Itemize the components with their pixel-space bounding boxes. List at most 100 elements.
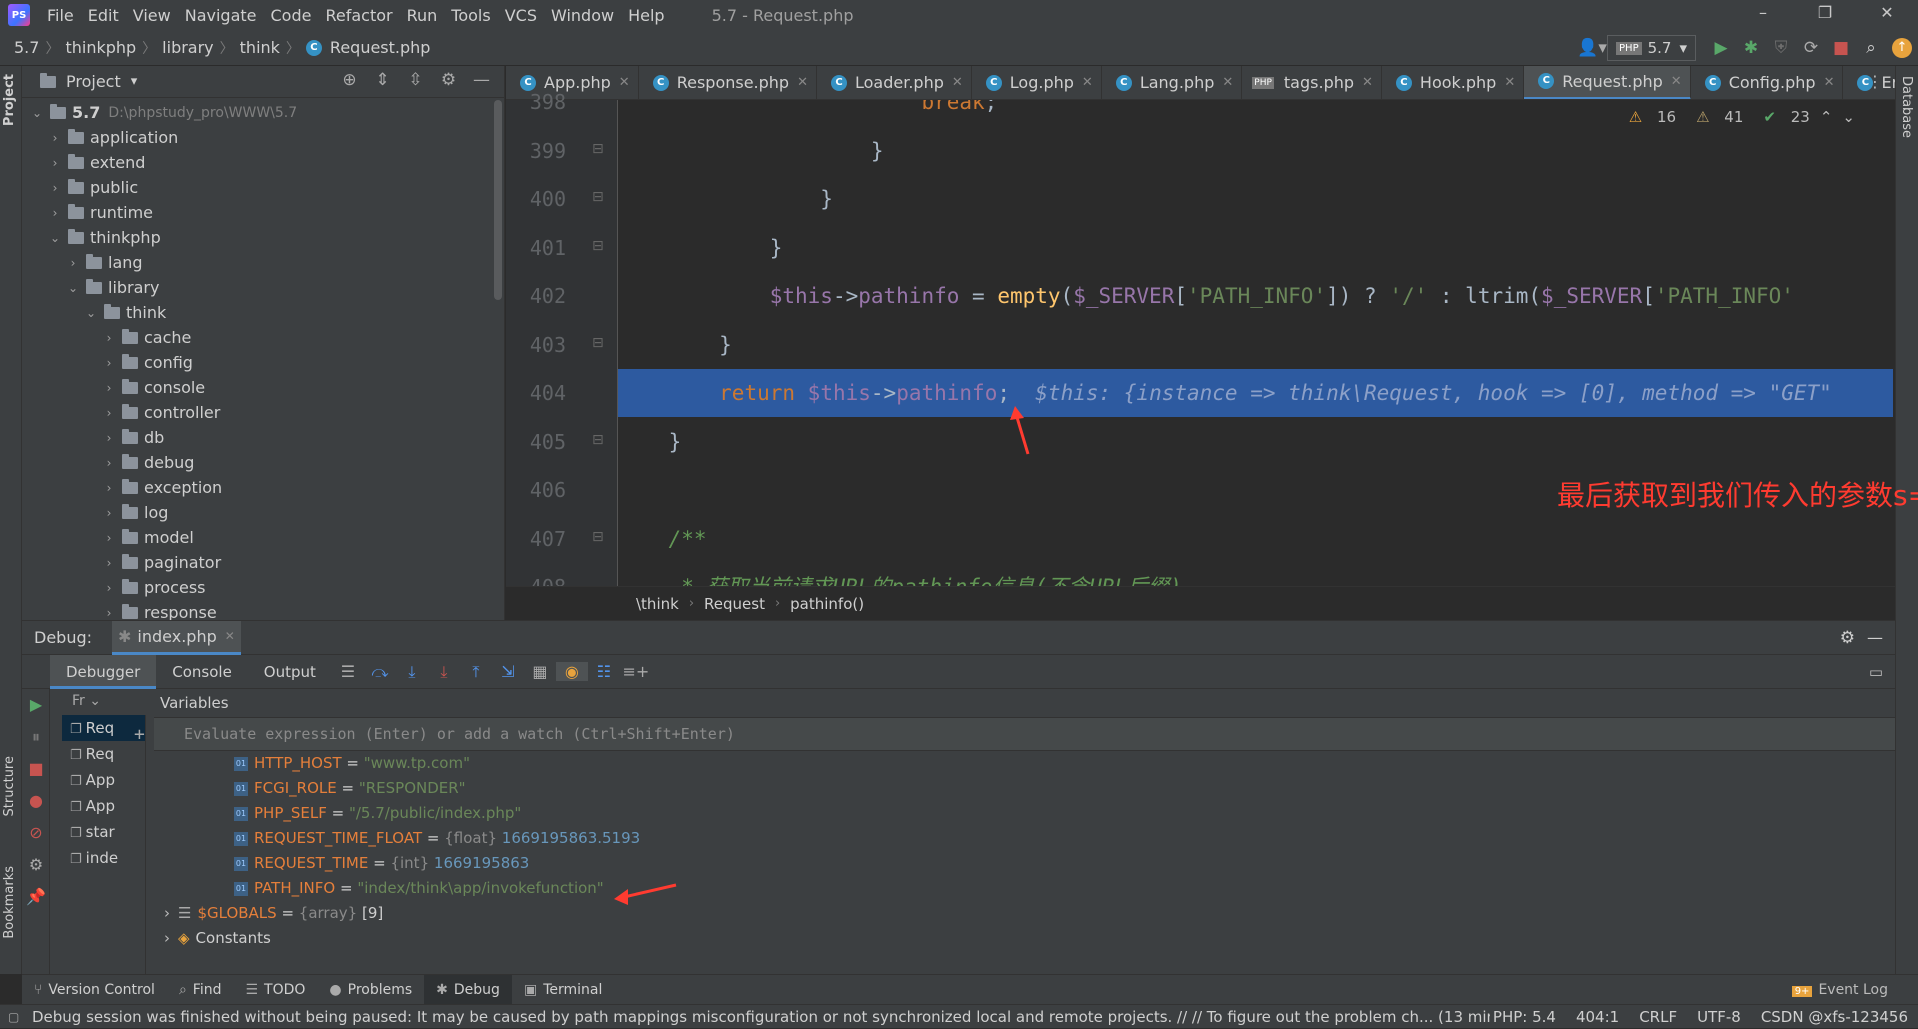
chevron-down-icon[interactable]: ▾ xyxy=(131,74,138,89)
chevron-right-icon[interactable]: › xyxy=(48,131,62,145)
variable-row[interactable]: 01 HTTP_HOST = "www.tp.com" xyxy=(154,751,1895,776)
locate-icon[interactable]: ⊕ xyxy=(333,70,366,90)
stop-icon[interactable]: ■ xyxy=(22,753,50,785)
tab-tags-php[interactable]: PHP tags.php ✕ xyxy=(1242,66,1382,99)
menu-lines-icon[interactable]: ☰ xyxy=(332,662,364,681)
variable-row[interactable]: 01 PATH_INFO = "index/think\app/invokefun… xyxy=(154,876,1895,901)
variable-row[interactable]: 01 PHP_SELF = "/5.7/public/index.php" xyxy=(154,801,1895,826)
chevron-down-icon[interactable]: ⌄ xyxy=(66,281,80,295)
tree-item-application[interactable]: › application xyxy=(22,125,492,150)
line-separator[interactable]: CRLF xyxy=(1629,1008,1687,1026)
chevron-right-icon[interactable]: › xyxy=(102,331,116,345)
menu-code[interactable]: Code xyxy=(264,6,319,25)
tab-log-php[interactable]: C Log.php ✕ xyxy=(972,66,1102,99)
tool-problems[interactable]: ● Problems xyxy=(317,975,424,1005)
tool-find[interactable]: ⌕ Find xyxy=(167,975,234,1005)
chevron-right-icon[interactable]: › xyxy=(48,206,62,220)
chevron-right-icon[interactable]: › xyxy=(102,456,116,470)
chevron-right-icon[interactable]: › xyxy=(102,556,116,570)
add-list-icon[interactable]: ≡+ xyxy=(620,662,652,681)
tree-item-response[interactable]: › response xyxy=(22,600,492,620)
bookmarks-tool-label[interactable]: Bookmarks xyxy=(2,866,17,939)
tree-item-debug[interactable]: › debug xyxy=(22,450,492,475)
menu-tools[interactable]: Tools xyxy=(444,6,497,25)
chevron-right-icon[interactable]: › xyxy=(102,356,116,370)
profiler-icon[interactable]: ⟳ xyxy=(1796,38,1826,58)
code-line[interactable]: return $this->pathinfo; $this: {instance… xyxy=(618,369,1893,417)
chevron-down-icon[interactable]: ⌄ xyxy=(30,106,44,120)
gear-icon[interactable]: ⚙ xyxy=(1840,628,1855,648)
code-line[interactable]: $this->pathinfo = empty($_SERVER['PATH_I… xyxy=(618,272,1893,320)
tab-loader-php[interactable]: C Loader.php ✕ xyxy=(817,66,972,99)
status-square-icon[interactable]: ▢ xyxy=(8,1010,19,1024)
layout-icon[interactable]: ▭ xyxy=(1869,663,1883,681)
frame-item[interactable]: ❐ inde xyxy=(62,845,145,871)
frames-icon[interactable]: ☷ xyxy=(588,662,620,681)
settings-icon[interactable]: ⚙ xyxy=(22,849,50,881)
tab-lang-php[interactable]: C Lang.php ✕ xyxy=(1102,66,1243,99)
code-line[interactable]: } xyxy=(618,418,1893,466)
close-icon[interactable]: ✕ xyxy=(1824,75,1835,90)
hide-icon[interactable]: — xyxy=(1867,628,1883,647)
resume-icon[interactable]: ▶ xyxy=(22,689,50,721)
chevron-right-icon[interactable]: › xyxy=(164,904,170,922)
close-icon[interactable]: ✕ xyxy=(225,629,235,643)
tree-item-thinkphp[interactable]: ⌄ thinkphp xyxy=(22,225,492,250)
close-icon[interactable]: ✕ xyxy=(1082,75,1093,90)
database-tool-label[interactable]: Database xyxy=(1899,76,1914,138)
chevron-right-icon[interactable]: › xyxy=(66,256,80,270)
tree-item-db[interactable]: › db xyxy=(22,425,492,450)
chevron-down-icon[interactable]: ⌄ xyxy=(48,231,62,245)
tab-hook-php[interactable]: C Hook.php ✕ xyxy=(1382,66,1525,99)
globals-row[interactable]: › ☰ $GLOBALS = {array} [9] xyxy=(154,901,1895,926)
tree-item-library[interactable]: ⌄ library xyxy=(22,275,492,300)
user-icon[interactable]: 👤▾ xyxy=(1577,38,1607,58)
menu-window[interactable]: Window xyxy=(544,6,621,25)
menu-help[interactable]: Help xyxy=(621,6,671,25)
tree-item-controller[interactable]: › controller xyxy=(22,400,492,425)
fold-marker-icon[interactable]: ⊟ xyxy=(592,432,604,448)
menu-view[interactable]: View xyxy=(126,6,178,25)
close-icon[interactable]: ✕ xyxy=(1362,75,1373,90)
chevron-right-icon[interactable]: › xyxy=(48,156,62,170)
evaluate-icon[interactable]: ▦ xyxy=(524,662,556,681)
debug-tab-output[interactable]: Output xyxy=(248,655,332,689)
chevron-right-icon[interactable]: › xyxy=(102,406,116,420)
project-tool-label[interactable]: Project xyxy=(2,74,17,126)
tree-item-think[interactable]: ⌄ think xyxy=(22,300,492,325)
debug-tab-console[interactable]: Console xyxy=(156,655,248,689)
constants-row[interactable]: › ◈ Constants xyxy=(154,926,1895,951)
tool-terminal[interactable]: ▣ Terminal xyxy=(512,975,614,1005)
code-breadcrumb-item[interactable]: Request xyxy=(704,595,765,613)
chevron-right-icon[interactable]: › xyxy=(102,431,116,445)
search-icon[interactable]: ⌕ xyxy=(1856,38,1886,58)
expand-all-icon[interactable]: ⇕ xyxy=(366,70,399,90)
chevron-right-icon[interactable]: › xyxy=(102,506,116,520)
fold-marker-icon[interactable]: ⊟ xyxy=(592,529,604,545)
close-icon[interactable]: ✕ xyxy=(952,75,963,90)
tab-config-php[interactable]: C Config.php ✕ xyxy=(1691,66,1844,99)
breadcrumb-item[interactable]: thinkphp xyxy=(61,38,140,57)
fold-marker-icon[interactable]: ⊟ xyxy=(592,335,604,351)
tree-item-extend[interactable]: › extend xyxy=(22,150,492,175)
close-window-icon[interactable]: ✕ xyxy=(1856,0,1918,30)
code-line[interactable]: } xyxy=(618,321,1893,369)
project-scrollbar[interactable] xyxy=(494,100,502,300)
menu-run[interactable]: Run xyxy=(400,6,445,25)
frames-header[interactable]: Fr ⌄ xyxy=(62,689,146,713)
chevron-right-icon[interactable]: › xyxy=(102,381,116,395)
chevron-right-icon[interactable]: › xyxy=(102,581,116,595)
frame-item[interactable]: ❐ App xyxy=(62,793,145,819)
tool-debug[interactable]: ✱ Debug xyxy=(424,974,512,1005)
step-over-icon[interactable]: ⤼ xyxy=(364,662,396,682)
project-panel-title[interactable]: Project xyxy=(66,72,121,91)
menu-edit[interactable]: Edit xyxy=(81,6,126,25)
php-level[interactable]: PHP: 5.4 xyxy=(1483,1008,1566,1026)
code-breadcrumb-item[interactable]: pathinfo() xyxy=(790,595,864,613)
tree-item-paginator[interactable]: › paginator xyxy=(22,550,492,575)
chevron-right-icon[interactable]: › xyxy=(102,606,116,620)
tree-root[interactable]: ⌄ 5.7 D:\phpstudy_pro\WWW\5.7 xyxy=(22,100,492,125)
fold-marker-icon[interactable]: ⊟ xyxy=(592,141,604,157)
structure-tool-label[interactable]: Structure xyxy=(2,756,17,816)
close-icon[interactable]: ✕ xyxy=(1222,75,1233,90)
